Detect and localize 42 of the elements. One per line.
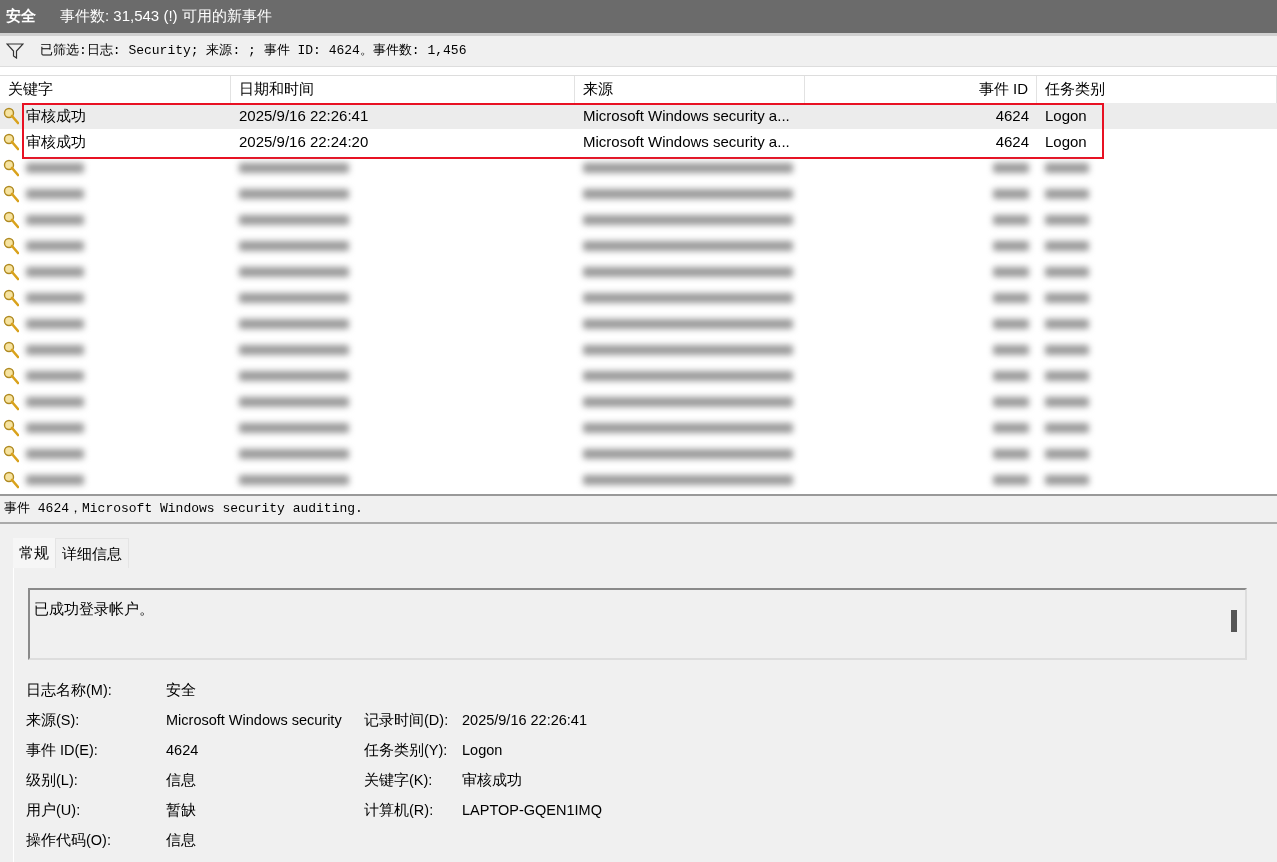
table-cell-text: 4624: [994, 131, 1030, 152]
tab[interactable]: 详细信息: [55, 538, 129, 568]
filter-text: 已筛选:日志: Security; 来源: ; 事件 ID: 4624。事件数: 1,456: [40, 42, 467, 61]
field-value: 信息: [166, 831, 197, 851]
field-label: 来源(S):: [26, 711, 81, 731]
field-label: 用户(U):: [26, 801, 82, 821]
field-value: 4624: [166, 741, 200, 761]
table-cell-text: Microsoft Windows security a...: [582, 105, 791, 126]
event-row[interactable]: 审核成功 2025/9/16 22:26:41 Microsoft Windows security a... 4624 Logon: [0, 103, 1277, 129]
field-label: 日志名称(M):: [26, 681, 113, 701]
field-label: 任务类别(Y):: [364, 741, 449, 761]
table-cell-text: Logon: [1044, 105, 1088, 126]
field-value: LAPTOP-GQEN1IMQ: [462, 801, 603, 821]
table-cell-text: 2025/9/16 22:24:20: [238, 131, 370, 152]
field-value: 信息: [166, 771, 197, 791]
field-label: 记录时间(D):: [364, 711, 450, 731]
pane-title: 安全: [6, 6, 36, 27]
table-cell-text: 4624: [994, 105, 1030, 126]
column-header[interactable]: 事件 ID: [805, 76, 1037, 103]
event-title: 事件 4624，Microsoft Windows security auditing.: [0, 496, 1277, 524]
field-value: 2025/9/16 22:26:41: [462, 711, 588, 731]
field-label: 关键字(K):: [364, 771, 434, 791]
column-header[interactable]: 日期和时间: [231, 76, 575, 103]
event-row[interactable]: 审核成功 2025/9/16 22:24:20 Microsoft Windows security a... 4624 Logon: [0, 129, 1277, 155]
table-cell-text: Microsoft Windows security a...: [582, 131, 791, 152]
table-cell-text: Logon: [1044, 131, 1088, 152]
field-value: Microsoft Windows security: [166, 711, 343, 731]
field-label: 事件 ID(E):: [26, 741, 99, 761]
field-value: 暂缺: [166, 801, 197, 821]
table-cell-text: 审核成功: [25, 105, 87, 126]
field-value: Logon: [462, 741, 504, 761]
event-count-text: 事件数: 31,543 (!) 可用的新事件: [60, 6, 272, 27]
tab[interactable]: 常规: [13, 538, 55, 568]
table-cell-text: 2025/9/16 22:26:41: [238, 105, 370, 126]
table-cell-text: 审核成功: [25, 131, 87, 152]
column-header[interactable]: 来源: [575, 76, 805, 103]
field-value: 审核成功: [462, 771, 523, 791]
field-label: 级别(L):: [26, 771, 79, 791]
field-label: 计算机(R):: [364, 801, 435, 821]
description-text: 已成功登录帐户。: [34, 600, 154, 617]
field-label: 操作代码(O):: [26, 831, 112, 851]
field-value: 安全: [166, 681, 197, 701]
